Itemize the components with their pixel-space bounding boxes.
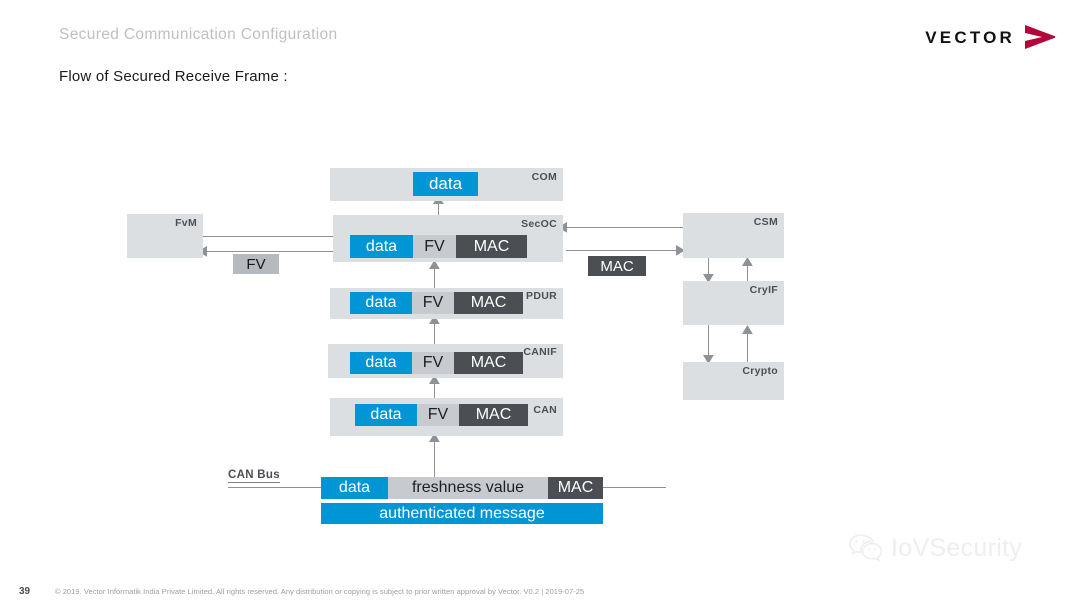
module-canif[interactable]: CANIF data FV MAC: [328, 344, 563, 378]
module-can-label: CAN: [533, 404, 557, 416]
wechat-icon: [848, 534, 883, 562]
pdu-segment-mac: MAC: [454, 352, 523, 374]
pdu-segment-fv: FV: [412, 292, 454, 314]
connector-crypto-to-cryif: [747, 330, 749, 363]
vector-arrow-icon: [1025, 25, 1055, 49]
pdu-segment-fv: FV: [412, 352, 454, 374]
module-fvm-label: FvM: [175, 217, 197, 229]
pdu-segment-mac: MAC: [459, 404, 528, 426]
authenticated-message-bar: authenticated message: [321, 503, 603, 524]
watermark-text: IoVSecurity: [891, 533, 1023, 562]
connector-bus-to-can: [434, 437, 436, 477]
page-number: 39: [19, 586, 31, 597]
connector-pdur-to-secoc: [434, 266, 436, 288]
connector-fvm-to-secoc: [203, 236, 343, 238]
bus-frame: data freshness value MAC: [321, 477, 603, 499]
bus-frame-freshness: freshness value: [388, 477, 548, 499]
pdu-segment-data: data: [350, 292, 412, 314]
copyright-text: © 2019. Vector Informatik India Private …: [55, 587, 585, 596]
slide-subtitle: Flow of Secured Receive Frame :: [59, 68, 288, 85]
pdu-strip-can: data FV MAC: [355, 404, 528, 426]
module-cryif-label: CryIF: [749, 284, 778, 296]
pdu-segment-data: data: [350, 352, 412, 374]
pdu-segment-mac: MAC: [454, 292, 523, 314]
module-csm-label: CSM: [753, 216, 778, 228]
page-title: Secured Communication Configuration: [59, 26, 338, 43]
canbus-line-left: [228, 487, 321, 489]
module-crypto-label: Crypto: [742, 365, 778, 377]
module-canif-label: CANIF: [523, 346, 557, 358]
module-com[interactable]: COM data: [330, 168, 563, 201]
canbus-label: CAN Bus: [228, 469, 280, 481]
pdu-strip-pdur: data FV MAC: [350, 292, 523, 314]
slide-canvas: Secured Communication Configuration Flow…: [0, 0, 1080, 608]
bus-frame-data: data: [321, 477, 388, 499]
bus-frame-mac: MAC: [548, 477, 603, 499]
module-pdur-label: PDUR: [526, 290, 557, 302]
module-secoc[interactable]: SecOC data FV MAC: [333, 215, 563, 262]
pdu-segment-fv: FV: [413, 235, 456, 258]
connector-secoc-to-fvm: [206, 251, 346, 253]
tag-fv: FV: [233, 254, 279, 274]
pdu-segment-data: data: [350, 235, 413, 258]
arrowhead-crypto-to-cryif: [742, 325, 753, 334]
canbus-line-right: [603, 487, 666, 489]
pdu-segment-mac: MAC: [456, 235, 527, 258]
tag-mac: MAC: [588, 256, 646, 276]
module-pdur[interactable]: PDUR data FV MAC: [330, 288, 563, 319]
module-com-label: COM: [531, 171, 557, 183]
pdu-segment-fv: FV: [417, 404, 459, 426]
module-crypto[interactable]: Crypto: [683, 362, 784, 400]
pdu-strip-secoc: data FV MAC: [350, 235, 527, 258]
connector-secoc-to-csm: [566, 250, 678, 252]
module-csm[interactable]: CSM: [683, 213, 784, 258]
canbus-label-underline: [228, 482, 280, 484]
pdu-strip-canif: data FV MAC: [350, 352, 523, 374]
watermark: IoVSecurity: [848, 533, 1022, 563]
module-cryif[interactable]: CryIF: [683, 281, 784, 325]
vector-logo-text: VECTOR: [925, 27, 1015, 47]
connector-cryif-to-crypto: [708, 325, 710, 357]
module-fvm[interactable]: FvM: [127, 214, 203, 258]
module-can[interactable]: CAN data FV MAC: [330, 398, 563, 436]
pdu-segment-data: data: [413, 172, 478, 196]
pdu-strip-com: data: [413, 172, 478, 196]
pdu-segment-data: data: [355, 404, 417, 426]
vector-logo: VECTOR: [925, 24, 1058, 50]
connector-csm-to-secoc: [566, 227, 684, 229]
module-secoc-label: SecOC: [521, 218, 557, 230]
